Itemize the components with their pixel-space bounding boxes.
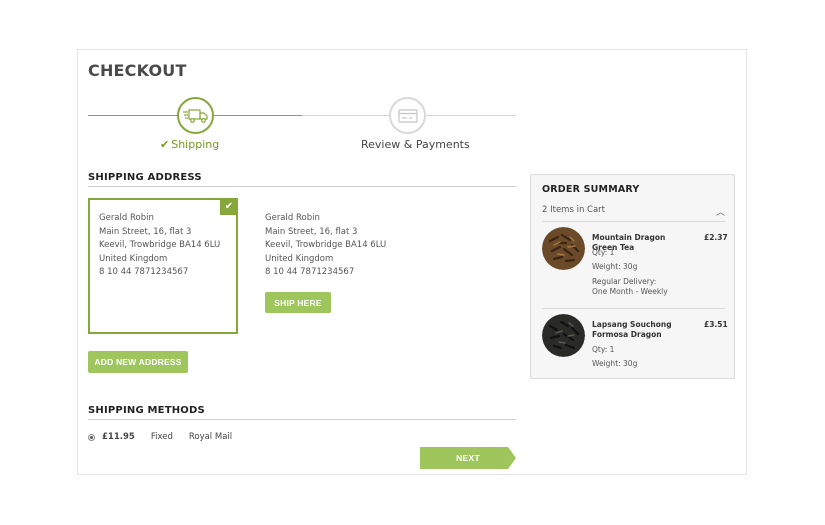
product-weight: Weight: 30g	[592, 359, 638, 368]
divider	[88, 186, 516, 187]
address-lines: Gerald Robin Main Street, 16, flat 3 Kee…	[99, 212, 227, 276]
address-city: Keevil, Trowbridge BA14 6LU	[265, 240, 387, 250]
checkout-progress: ✔ Shipping Review & Payments	[88, 96, 516, 156]
address-phone: 8 10 44 7871234567	[265, 267, 355, 276]
truck-icon	[182, 108, 208, 123]
order-summary-title: ORDER SUMMARY	[542, 184, 640, 195]
step-review-payments-label: Review & Payments	[361, 138, 470, 151]
product-image-mountain-dragon	[542, 227, 585, 270]
step-review-payments[interactable]	[389, 97, 426, 134]
shipping-method-option[interactable]: £11.95 Fixed Royal Mail	[88, 432, 232, 442]
shipping-method-radio[interactable]	[88, 433, 95, 441]
product-price: £3.51	[704, 320, 728, 329]
address-street: Main Street, 16, flat 3	[99, 226, 192, 237]
step-shipping[interactable]	[177, 97, 214, 134]
cart-count[interactable]: 2 Items in Cart	[542, 205, 605, 215]
product-image-lapsang-souchong	[542, 314, 585, 357]
address-card: Gerald Robin Main Street, 16, flat 3 Kee…	[265, 200, 415, 288]
add-new-address-button[interactable]: ADD NEW ADDRESS	[88, 351, 188, 373]
check-icon: ✔	[160, 138, 170, 151]
page-title: CHECKOUT	[88, 61, 187, 80]
address-name: Gerald Robin	[265, 213, 320, 223]
next-button[interactable]: NEXT	[420, 447, 516, 469]
product-price: £2.37	[704, 233, 728, 242]
address-phone: 8 10 44 7871234567	[99, 267, 189, 276]
product-qty: Qty: 1	[592, 345, 615, 354]
order-summary: ORDER SUMMARY 2 Items in Cart ︿ Mountain…	[530, 174, 735, 379]
shipping-method-price: £11.95	[102, 432, 135, 442]
address-street: Main Street, 16, flat 3	[265, 226, 358, 237]
delivery-value: One Month - Weekly	[592, 287, 668, 296]
address-card-selected[interactable]: ✔ Gerald Robin Main Street, 16, flat 3 K…	[88, 198, 238, 334]
step-shipping-label: ✔ Shipping	[160, 138, 220, 151]
product-weight: Weight: 30g	[592, 262, 638, 271]
divider	[88, 419, 516, 420]
address-city: Keevil, Trowbridge BA14 6LU	[99, 240, 221, 250]
chevron-up-icon[interactable]: ︿	[716, 205, 725, 218]
product-name: Lapsang Souchong Formosa Dragon	[592, 320, 672, 339]
product-qty: Qty: 1	[592, 248, 615, 257]
address-country: United Kingdom	[265, 253, 334, 264]
shipping-method-type: Fixed	[150, 432, 173, 442]
selected-check-icon: ✔	[220, 198, 238, 215]
shipping-methods-heading: SHIPPING METHODS	[88, 405, 205, 416]
divider	[542, 221, 725, 222]
shipping-method-carrier: Royal Mail	[188, 432, 233, 442]
next-button-label: NEXT	[456, 453, 480, 463]
card-icon	[397, 108, 418, 123]
shipping-address-heading: SHIPPING ADDRESS	[88, 172, 202, 183]
address-lines: Gerald Robin Main Street, 16, flat 3 Kee…	[265, 212, 415, 276]
checkout-container: CHECKOUT ✔ Shipping Review & Payments SH…	[77, 49, 747, 475]
delivery-label: Regular Delivery:	[592, 277, 657, 286]
divider	[542, 308, 725, 309]
ship-here-button[interactable]: SHIP HERE	[265, 292, 331, 313]
address-name: Gerald Robin	[99, 213, 154, 223]
address-country: United Kingdom	[99, 253, 168, 264]
